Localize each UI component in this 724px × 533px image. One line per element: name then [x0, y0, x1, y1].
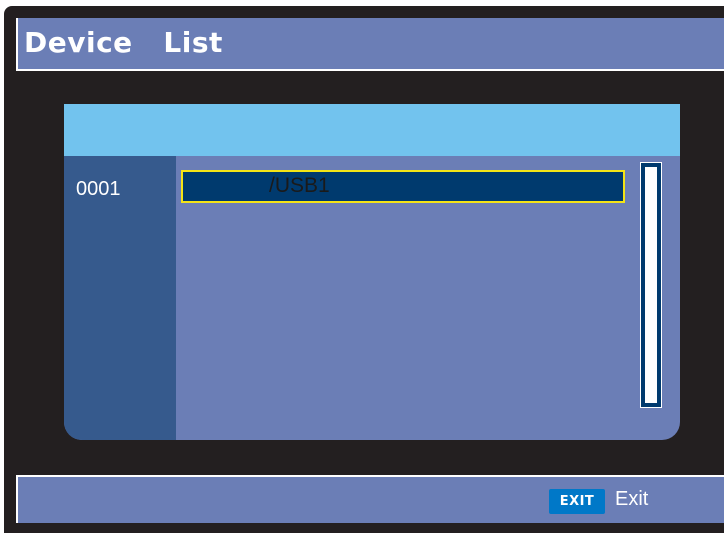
- panel-header: [64, 104, 680, 156]
- device-path: /USB1: [269, 174, 330, 197]
- device-list-panel: 0001 /USB1: [64, 104, 680, 440]
- exit-label: Exit: [615, 488, 649, 510]
- title-bar: Device List: [16, 18, 724, 71]
- page-title: Device List: [24, 26, 223, 59]
- device-row-selected[interactable]: /USB1: [181, 170, 625, 203]
- scrollbar-thumb[interactable]: [645, 167, 657, 403]
- footer-bar: EXIT Exit: [16, 475, 724, 523]
- device-index: 0001: [76, 178, 121, 200]
- scrollbar[interactable]: [640, 162, 662, 408]
- exit-key-button[interactable]: EXIT: [549, 489, 605, 514]
- index-column: 0001: [64, 156, 176, 440]
